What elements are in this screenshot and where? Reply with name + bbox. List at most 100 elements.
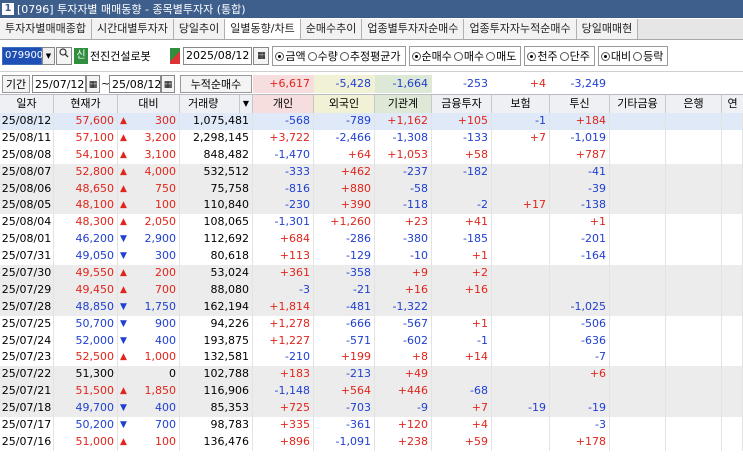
- cell-institution: -1,322: [375, 298, 432, 316]
- table-row[interactable]: 25/08/01 46,200 ▼ 2,900 112,692 +684 -286 -380-…: [0, 231, 743, 249]
- cell-bank: [666, 231, 722, 249]
- col-volume[interactable]: 거래량: [180, 95, 240, 113]
- cell-date: 25/07/24: [0, 332, 54, 350]
- arrow-up-icon: ▲: [120, 217, 127, 228]
- arrow-down-icon: ▼: [120, 318, 127, 329]
- arrow-up-icon: ▲: [120, 436, 127, 447]
- cell-other-finance: [610, 417, 666, 434]
- radio-sell[interactable]: 매도: [486, 48, 516, 64]
- table-row[interactable]: 25/07/24 52,000 ▼ 400 193,875 +1,227 -571 -602-…: [0, 332, 743, 350]
- change-value: 0: [169, 367, 176, 381]
- tab-net-buy-trend[interactable]: 순매수추이: [300, 19, 363, 39]
- cell-price: 57,100: [54, 129, 118, 147]
- col-bank[interactable]: 은행: [666, 95, 722, 113]
- radio-single-shares[interactable]: 단주: [559, 48, 590, 64]
- table-row[interactable]: 25/08/08 54,100 ▲ 3,100 848,482 -1,470 +64 +1,0…: [0, 146, 743, 164]
- table-row[interactable]: 25/07/21 51,500 ▲ 1,850 116,906 -1,148 +564 +44…: [0, 383, 743, 401]
- tab-daily-trend-chart[interactable]: 일별동향/차트: [225, 19, 301, 39]
- tab-sector-cumulative[interactable]: 업종투자자누적순매수: [464, 19, 577, 39]
- chevron-down-icon[interactable]: ▼: [42, 47, 55, 65]
- calendar-icon[interactable]: ▦: [86, 75, 100, 93]
- period-start-input[interactable]: 25/07/12: [32, 75, 86, 93]
- col-institution[interactable]: 기관계: [375, 95, 432, 113]
- cell-foreign: +1,260: [314, 214, 375, 232]
- col-foreign[interactable]: 외국인: [314, 95, 375, 113]
- col-finance[interactable]: 금융투자: [432, 95, 492, 113]
- radio-quantity[interactable]: 수량: [307, 48, 338, 64]
- col-individual[interactable]: 개인: [253, 95, 314, 113]
- calendar-icon[interactable]: ▦: [161, 75, 175, 93]
- cell-volume: 1,075,481: [180, 113, 253, 130]
- table-row[interactable]: 25/08/04 48,300 ▲ 2,050 108,065 -1,301 +1,260 +…: [0, 214, 743, 232]
- change-value: 300: [155, 249, 176, 263]
- table-row[interactable]: 25/07/22 51,300 0 102,788 +183 -213 +49 +6: [0, 366, 743, 384]
- cell-foreign: -666: [314, 315, 375, 333]
- cell-finance: -182: [432, 163, 492, 181]
- total-bank: [666, 75, 722, 93]
- radio-net-buy[interactable]: 순매수: [411, 48, 452, 64]
- cell-pension: [722, 248, 743, 266]
- table-row[interactable]: 25/08/11 57,100 ▲ 3,200 2,298,145 +3,722 -2,46…: [0, 129, 743, 147]
- radio-buy[interactable]: 매수: [453, 48, 484, 64]
- cell-individual: +725: [253, 400, 314, 418]
- radio-rate[interactable]: 등락: [633, 48, 663, 64]
- change-value: 400: [155, 401, 176, 415]
- cell-change: ▼ 700: [118, 417, 180, 434]
- radio-avg-price[interactable]: 추정평균가: [339, 48, 401, 64]
- cell-finance: [432, 366, 492, 384]
- cell-insurance: +17: [492, 197, 550, 215]
- cell-bank: [666, 383, 722, 401]
- cell-insurance: [492, 231, 550, 249]
- tab-today-trading[interactable]: 당일매매현: [576, 19, 639, 39]
- cell-individual: +1,227: [253, 332, 314, 350]
- table-row[interactable]: 25/08/05 48,100 ▲ 100 110,840 -230 +390 -118 -2 +…: [0, 197, 743, 215]
- cell-insurance: [492, 180, 550, 198]
- calendar-icon[interactable]: ▦: [253, 47, 270, 65]
- table-row[interactable]: 25/08/07 52,800 ▲ 4,000 532,512 -333 +462 -237-…: [0, 163, 743, 181]
- table-row[interactable]: 25/07/16 51,000 ▲ 100 136,476 +896 -1,091 +238 +…: [0, 433, 743, 451]
- table-row[interactable]: 25/07/25 50,700 ▼ 900 94,226 +1,278 -666 -567 +1…: [0, 315, 743, 333]
- radio-amount[interactable]: 금액: [275, 48, 306, 64]
- col-date[interactable]: 일자: [0, 95, 54, 113]
- col-pension[interactable]: 연: [722, 95, 743, 113]
- cell-date: 25/08/01: [0, 231, 54, 249]
- table-row[interactable]: 25/07/18 49,700 ▼ 400 85,353 +725 -703 -9 +7 -19-…: [0, 400, 743, 418]
- col-price[interactable]: 현재가: [54, 95, 118, 113]
- radio-thousand-shares[interactable]: 천주: [527, 48, 558, 64]
- cell-finance: -2: [432, 197, 492, 215]
- cell-bank: [666, 146, 722, 164]
- table-row[interactable]: 25/07/23 52,500 ▲ 1,000 132,581 -210 +199 +8 +14…: [0, 349, 743, 367]
- table-row[interactable]: 25/07/17 50,200 ▼ 700 98,783 +335 -361 +120 +4 -3: [0, 417, 743, 434]
- table-row[interactable]: 25/07/29 49,450 ▲ 700 88,080 -3 -21 +16 +16: [0, 281, 743, 299]
- date-input[interactable]: 2025/08/12: [183, 47, 253, 65]
- col-change[interactable]: 대비: [118, 95, 180, 113]
- cell-pension: [722, 400, 743, 418]
- table-row[interactable]: 25/08/06 48,650 ▲ 750 75,758 -816 +880 -58 -39: [0, 180, 743, 198]
- tab-sector-investor-net[interactable]: 업종별투자자순매수: [362, 19, 465, 39]
- cell-price: 50,200: [54, 417, 118, 434]
- cell-price: 46,200: [54, 231, 118, 249]
- change-value: 100: [155, 198, 176, 212]
- cell-foreign: -361: [314, 417, 375, 434]
- col-insurance[interactable]: 보험: [492, 95, 550, 113]
- col-trust[interactable]: 투신: [550, 95, 610, 113]
- tab-investor-summary[interactable]: 투자자별매매종합: [0, 19, 92, 39]
- table-row[interactable]: 25/08/12 57,600 ▲ 300 1,075,481 -568 -789 +1,16…: [0, 113, 743, 130]
- cell-change: ▼ 2,900: [118, 231, 180, 249]
- stock-code-input[interactable]: 079900: [2, 47, 43, 65]
- window-number-badge: 1: [2, 3, 14, 15]
- cell-volume: 102,788: [180, 366, 253, 384]
- radio-vs[interactable]: 대비: [600, 48, 631, 64]
- table-row[interactable]: 25/07/28 48,850 ▼ 1,750 162,194 +1,814 -481 -1,…: [0, 298, 743, 316]
- period-end-input[interactable]: 25/08/12: [109, 75, 161, 93]
- total-finance: -253: [463, 77, 488, 90]
- table-row[interactable]: 25/07/30 49,550 ▲ 200 53,024 +361 -358 +9 +2: [0, 265, 743, 282]
- radio-label: 순매수: [421, 50, 452, 63]
- col-other-finance[interactable]: 기타금융: [610, 95, 666, 113]
- tab-time-investor[interactable]: 시간대별투자자: [91, 19, 174, 39]
- tab-intraday-trend[interactable]: 당일추이: [173, 19, 226, 39]
- search-icon[interactable]: [56, 47, 72, 65]
- sort-down-icon[interactable]: ▼: [240, 95, 253, 113]
- cell-foreign: -2,466: [314, 129, 375, 147]
- table-row[interactable]: 25/07/31 49,050 ▼ 300 80,618 +113 -129 -10 +1 -16…: [0, 248, 743, 266]
